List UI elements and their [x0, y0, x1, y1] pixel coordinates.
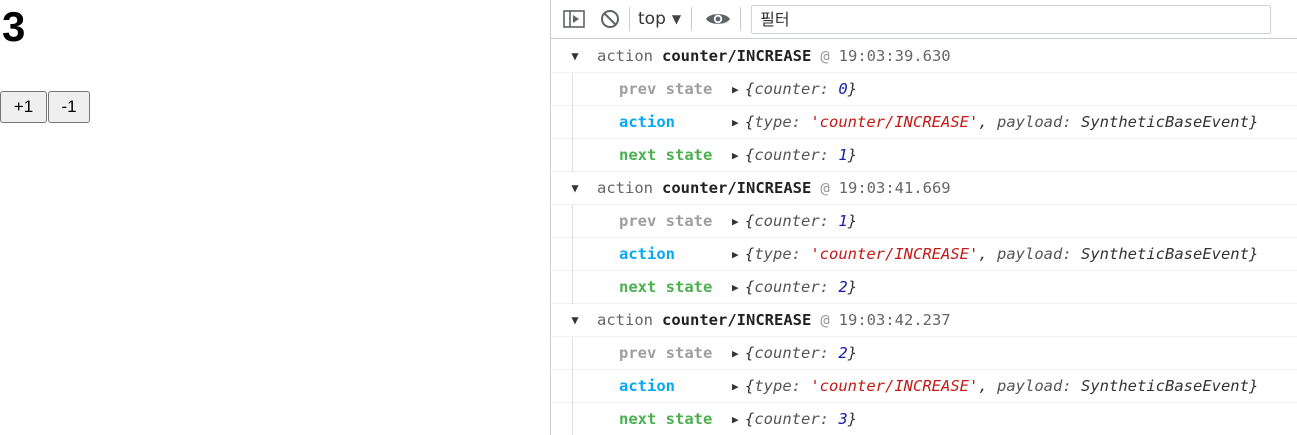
action-row: action ▶ {type: 'counter/INCREASE', payl…: [551, 106, 1297, 139]
prev-state-row: prev state ▶ {counter: 0}: [551, 73, 1297, 106]
toolbar-divider: [691, 7, 693, 31]
action-object[interactable]: {type: 'counter/INCREASE', payload: Synt…: [745, 113, 1258, 131]
log-group: ▼ action counter/INCREASE @ 19:03:42.237…: [551, 304, 1297, 435]
next-state-object[interactable]: {counter: 3}: [745, 410, 857, 428]
prev-state-label: prev state: [619, 212, 713, 230]
app-pane: 3 +1 -1: [0, 0, 550, 435]
counter-buttons: +1 -1: [0, 91, 90, 123]
prev-state-object[interactable]: {counter: 0}: [745, 80, 857, 98]
increase-button[interactable]: +1: [0, 91, 47, 123]
chevron-down-icon: ▼: [671, 12, 682, 26]
at-sign: @: [820, 179, 830, 197]
expand-triangle-icon[interactable]: ▶: [732, 380, 744, 393]
at-sign: @: [820, 311, 830, 329]
devtools-console: top ▼ ▼ action counter/INCREASE @ 19:03:…: [550, 0, 1297, 435]
prev-state-label: prev state: [619, 80, 713, 98]
expand-triangle-icon[interactable]: ▶: [732, 116, 744, 129]
action-payload-value: SyntheticBaseEvent: [1081, 245, 1249, 263]
expand-triangle-icon[interactable]: ▶: [732, 149, 744, 162]
collapse-triangle-icon[interactable]: ▼: [568, 181, 582, 195]
next-state-object[interactable]: {counter: 2}: [745, 278, 857, 296]
prev-state-object[interactable]: {counter: 2}: [745, 344, 857, 362]
counter-value: 3: [2, 3, 26, 50]
prev-counter-value: 1: [838, 212, 848, 230]
log-group-body: prev state ▶ {counter: 2} action ▶ {type…: [551, 337, 1297, 435]
timestamp: 19:03:39.630: [838, 47, 951, 65]
log-group-header[interactable]: ▼ action counter/INCREASE @ 19:03:42.237: [551, 304, 1297, 337]
expand-triangle-icon[interactable]: ▶: [732, 281, 744, 294]
action-object[interactable]: {type: 'counter/INCREASE', payload: Synt…: [745, 245, 1258, 263]
expand-triangle-icon[interactable]: ▶: [732, 215, 744, 228]
log-prefix: action: [597, 311, 653, 329]
action-type: counter/INCREASE: [662, 47, 812, 65]
next-state-label: next state: [619, 410, 713, 428]
next-counter-value: 1: [838, 146, 848, 164]
expand-triangle-icon[interactable]: ▶: [732, 248, 744, 261]
expand-triangle-icon[interactable]: ▶: [732, 83, 744, 96]
log-group: ▼ action counter/INCREASE @ 19:03:41.669…: [551, 172, 1297, 304]
log-group: ▼ action counter/INCREASE @ 19:03:39.630…: [551, 40, 1297, 172]
action-label: action: [619, 245, 675, 263]
next-state-label: next state: [619, 146, 713, 164]
next-state-object[interactable]: {counter: 1}: [745, 146, 857, 164]
action-type-value: 'counter/INCREASE': [810, 377, 979, 395]
expand-triangle-icon[interactable]: ▶: [732, 413, 744, 426]
action-row: action ▶ {type: 'counter/INCREASE', payl…: [551, 238, 1297, 271]
next-counter-value: 2: [838, 278, 848, 296]
log-group-body: prev state ▶ {counter: 0} action ▶ {type…: [551, 73, 1297, 172]
toolbar-divider: [629, 7, 630, 31]
log-group-header[interactable]: ▼ action counter/INCREASE @ 19:03:41.669: [551, 172, 1297, 205]
sidebar-toggle-icon[interactable]: [559, 4, 589, 34]
log-prefix: action: [597, 47, 653, 65]
prev-state-row: prev state ▶ {counter: 1}: [551, 205, 1297, 238]
prev-state-label: prev state: [619, 344, 713, 362]
action-row: action ▶ {type: 'counter/INCREASE', payl…: [551, 370, 1297, 403]
action-object[interactable]: {type: 'counter/INCREASE', payload: Synt…: [745, 377, 1258, 395]
context-selector[interactable]: top ▼: [634, 4, 687, 34]
prev-counter-value: 2: [838, 344, 848, 362]
prev-state-object[interactable]: {counter: 1}: [745, 212, 857, 230]
filter-input[interactable]: [751, 4, 1272, 34]
context-label: top: [638, 9, 666, 29]
action-payload-value: SyntheticBaseEvent: [1081, 113, 1249, 131]
action-type-value: 'counter/INCREASE': [810, 113, 979, 131]
action-payload-value: SyntheticBaseEvent: [1081, 377, 1249, 395]
action-type-value: 'counter/INCREASE': [810, 245, 979, 263]
collapse-triangle-icon[interactable]: ▼: [568, 313, 582, 327]
log-group-header[interactable]: ▼ action counter/INCREASE @ 19:03:39.630: [551, 40, 1297, 73]
at-sign: @: [820, 47, 830, 65]
next-counter-value: 3: [838, 410, 848, 428]
prev-state-row: prev state ▶ {counter: 2}: [551, 337, 1297, 370]
timestamp: 19:03:42.237: [838, 311, 951, 329]
action-type: counter/INCREASE: [662, 179, 812, 197]
next-state-row: next state ▶ {counter: 1}: [551, 139, 1297, 172]
action-label: action: [619, 113, 675, 131]
action-type: counter/INCREASE: [662, 311, 812, 329]
live-expression-eye-icon[interactable]: [700, 4, 736, 34]
next-state-row: next state ▶ {counter: 3}: [551, 403, 1297, 435]
log-group-body: prev state ▶ {counter: 1} action ▶ {type…: [551, 205, 1297, 304]
console-log: ▼ action counter/INCREASE @ 19:03:39.630…: [551, 40, 1297, 435]
action-label: action: [619, 377, 675, 395]
toolbar-divider: [740, 7, 742, 31]
next-state-row: next state ▶ {counter: 2}: [551, 271, 1297, 304]
log-prefix: action: [597, 179, 653, 197]
collapse-triangle-icon[interactable]: ▼: [568, 49, 582, 63]
clear-console-icon[interactable]: [595, 4, 625, 34]
decrease-button[interactable]: -1: [48, 91, 90, 123]
prev-counter-value: 0: [838, 80, 848, 98]
next-state-label: next state: [619, 278, 713, 296]
expand-triangle-icon[interactable]: ▶: [732, 347, 744, 360]
console-toolbar: top ▼: [551, 0, 1297, 39]
timestamp: 19:03:41.669: [838, 179, 951, 197]
